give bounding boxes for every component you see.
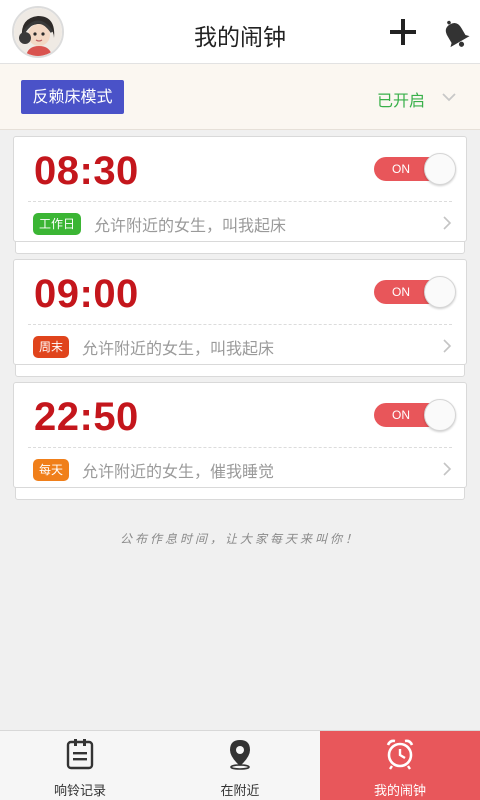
- page-title: 我的闹钟: [194, 25, 286, 51]
- alarm-time: 08:30: [34, 149, 139, 193]
- repeat-tag: 每天: [33, 459, 70, 481]
- top-bar: 我的闹钟: [0, 0, 480, 64]
- repeat-tag: 工作日: [33, 213, 82, 235]
- alarm-description: 允许附近的女生，叫我起床: [82, 339, 275, 358]
- alarm-card[interactable]: 22:50 ON 每天 允许附近的女生，催我睡觉: [13, 382, 467, 500]
- alarm-time: 09:00: [34, 272, 139, 316]
- tab-my-alarms[interactable]: 我的闹钟: [320, 731, 480, 800]
- divider: [28, 201, 452, 202]
- location-pin-icon: [230, 740, 250, 770]
- anti-snooze-mode-button[interactable]: 反赖床模式: [21, 80, 124, 114]
- share-schedule-note[interactable]: 公布作息时间，让大家每天来叫你！: [0, 530, 480, 547]
- chevron-down-icon[interactable]: [440, 90, 458, 104]
- tab-ring-history[interactable]: 响铃记录: [0, 731, 160, 800]
- toggle-knob: [424, 399, 456, 431]
- alarm-card[interactable]: 09:00 ON 周末 允许附近的女生，叫我起床: [13, 259, 467, 377]
- tab-nearby[interactable]: 在附近: [160, 731, 320, 800]
- tab-label: 响铃记录: [53, 784, 106, 799]
- chevron-right-icon: [443, 216, 452, 230]
- toggle-knob: [424, 276, 456, 308]
- alarm-description: 允许附近的女生，叫我起床: [94, 216, 287, 235]
- tab-label: 在附近: [220, 784, 260, 799]
- alarm-toggle[interactable]: ON: [374, 399, 456, 431]
- toggle-label: ON: [392, 408, 410, 422]
- toggle-knob: [424, 153, 456, 185]
- alarm-description: 允许附近的女生，催我睡觉: [82, 462, 275, 481]
- chevron-right-icon: [443, 462, 452, 476]
- toggle-label: ON: [392, 285, 410, 299]
- alarm-card[interactable]: 08:30 ON 工作日 允许附近的女生，叫我起床: [13, 136, 467, 254]
- avatar[interactable]: [12, 6, 64, 58]
- clipboard-icon: [66, 739, 94, 770]
- alarm-clock-icon: [386, 739, 414, 770]
- avatar-image: [14, 8, 62, 56]
- anti-snooze-status[interactable]: 已开启: [377, 87, 425, 111]
- divider: [28, 324, 452, 325]
- plus-icon: [390, 19, 416, 45]
- divider: [28, 447, 452, 448]
- toggle-label: ON: [392, 162, 410, 176]
- chevron-right-icon: [443, 339, 452, 353]
- bell-button[interactable]: [438, 16, 472, 50]
- alarm-toggle[interactable]: ON: [374, 153, 456, 185]
- bell-icon: [445, 20, 470, 48]
- alarm-toggle[interactable]: ON: [374, 276, 456, 308]
- repeat-tag: 周末: [33, 336, 70, 358]
- bottom-tab-bar: 响铃记录 在附近 我的闹钟: [0, 730, 480, 800]
- alarm-time: 22:50: [34, 395, 139, 439]
- add-alarm-button[interactable]: [385, 14, 421, 50]
- tab-label: 我的闹钟: [373, 784, 426, 799]
